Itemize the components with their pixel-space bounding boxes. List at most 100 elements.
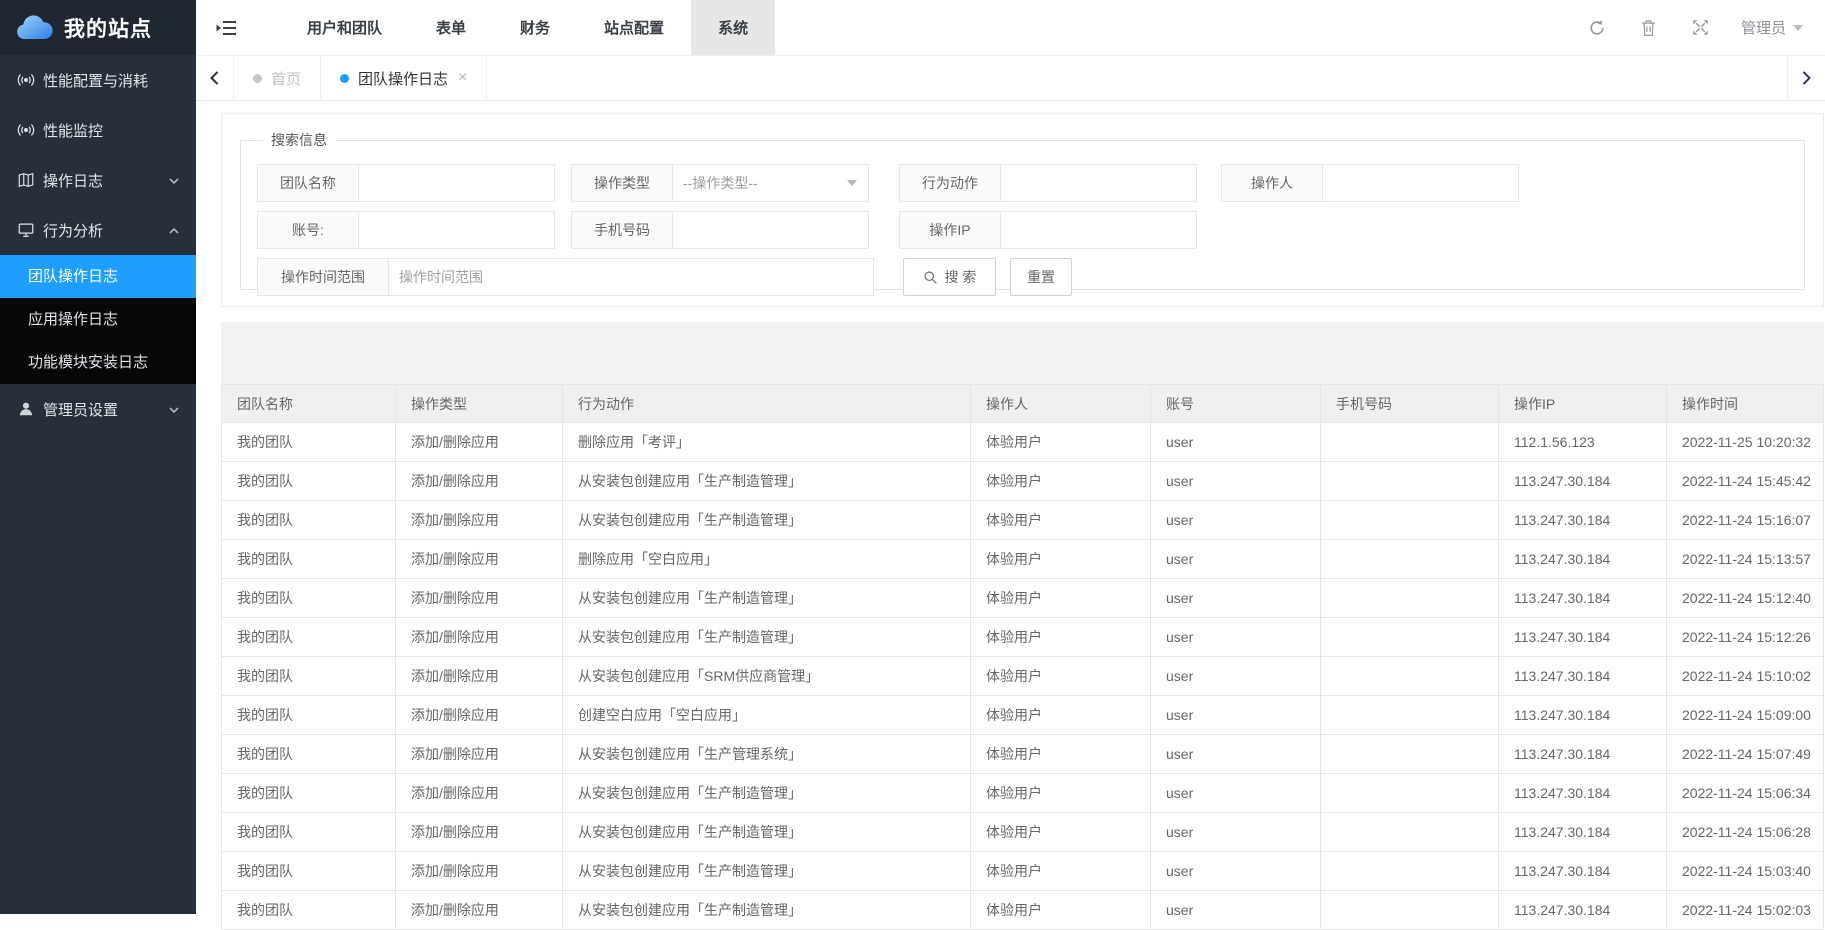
action-label: 行为动作 — [899, 164, 1001, 202]
sidebar-item-behavior-analysis[interactable]: 行为分析 — [0, 205, 196, 255]
cell: 体验用户 — [971, 579, 1151, 618]
cell: 添加/删除应用 — [396, 852, 563, 891]
search-icon — [923, 270, 938, 285]
cell: 体验用户 — [971, 657, 1151, 696]
user-menu[interactable]: 管理员 — [1727, 17, 1803, 38]
sidebar-item-performance-config[interactable]: 性能配置与消耗 — [0, 55, 196, 105]
column-header: 行为动作 — [563, 385, 971, 423]
search-card: 搜索信息 团队名称 操作类型 --操作类型-- 行为动作 — [221, 113, 1824, 307]
team-name-input[interactable] — [359, 164, 555, 202]
cell: 我的团队 — [222, 579, 396, 618]
cell: 体验用户 — [971, 696, 1151, 735]
sidebar-subitem-team-operation-log[interactable]: 团队操作日志 — [0, 255, 196, 298]
field-action: 行为动作 — [899, 164, 1197, 202]
cell — [1321, 891, 1499, 930]
user-icon — [17, 400, 35, 418]
cell: 113.247.30.184 — [1499, 618, 1667, 657]
trash-icon[interactable] — [1623, 0, 1675, 55]
cell: user — [1151, 579, 1321, 618]
cell — [1321, 657, 1499, 696]
team-name-label: 团队名称 — [257, 164, 359, 202]
tab-status-dot — [253, 74, 262, 83]
cell: 从安装包创建应用「生产制造管理」 — [563, 579, 971, 618]
cell: 体验用户 — [971, 852, 1151, 891]
tab-team-operation-log[interactable]: 团队操作日志 × — [321, 56, 487, 100]
operation-type-select[interactable]: --操作类型-- — [673, 164, 869, 202]
account-label: 账号: — [257, 211, 359, 249]
table-row: 我的团队添加/删除应用从安装包创建应用「生产制造管理」体验用户user113.2… — [222, 852, 1824, 891]
sidebar-item-label: 性能监控 — [43, 120, 103, 141]
sidebar-item-label: 管理员设置 — [43, 399, 118, 420]
cell: user — [1151, 813, 1321, 852]
nav-item-site-config[interactable]: 站点配置 — [577, 0, 691, 55]
cell — [1321, 423, 1499, 462]
tabs-scroll-right-icon[interactable] — [1787, 56, 1825, 100]
cell: 创建空白应用「空白应用」 — [563, 696, 971, 735]
table-row: 我的团队添加/删除应用删除应用「空白应用」体验用户user113.247.30.… — [222, 540, 1824, 579]
cell: 从安装包创建应用「生产制造管理」 — [563, 774, 971, 813]
reset-button-label: 重置 — [1027, 267, 1055, 287]
sidebar-subitem-module-install-log[interactable]: 功能模块安装日志 — [0, 341, 196, 384]
cell: user — [1151, 696, 1321, 735]
tabs-scroll-left-icon[interactable] — [196, 56, 234, 100]
fullscreen-icon[interactable] — [1675, 0, 1727, 55]
cell: 体验用户 — [971, 891, 1151, 930]
sidebar-collapse-icon[interactable] — [196, 0, 256, 55]
nav-item-system[interactable]: 系统 — [691, 0, 775, 55]
user-menu-label: 管理员 — [1741, 17, 1786, 38]
cell: 2022-11-24 15:10:02 — [1667, 657, 1824, 696]
tab-home[interactable]: 首页 — [234, 56, 321, 100]
column-header: 操作IP — [1499, 385, 1667, 423]
cell: 我的团队 — [222, 540, 396, 579]
cell: 我的团队 — [222, 813, 396, 852]
cell: 体验用户 — [971, 813, 1151, 852]
cell — [1321, 813, 1499, 852]
reset-button[interactable]: 重置 — [1010, 258, 1072, 296]
cell: 2022-11-24 15:13:57 — [1667, 540, 1824, 579]
cell: 我的团队 — [222, 501, 396, 540]
time-range-input[interactable] — [389, 258, 874, 296]
operator-input[interactable] — [1323, 164, 1519, 202]
search-row-1: 团队名称 操作类型 --操作类型-- 行为动作 操作人 — [257, 164, 1788, 202]
phone-label: 手机号码 — [571, 211, 673, 249]
cell: 体验用户 — [971, 501, 1151, 540]
search-button[interactable]: 搜 索 — [903, 258, 996, 296]
sidebar-item-performance-monitor[interactable]: 性能监控 — [0, 105, 196, 155]
cell: 添加/删除应用 — [396, 618, 563, 657]
tab-close-icon[interactable]: × — [458, 69, 467, 87]
cell: 添加/删除应用 — [396, 657, 563, 696]
broadcast-icon — [17, 71, 35, 89]
field-time-range: 操作时间范围 — [257, 258, 874, 296]
cell: 从安装包创建应用「生产制造管理」 — [563, 852, 971, 891]
cell: user — [1151, 735, 1321, 774]
sidebar-item-label: 操作日志 — [43, 170, 103, 191]
tab-label: 首页 — [271, 68, 301, 89]
cell: 113.247.30.184 — [1499, 813, 1667, 852]
sidebar-item-admin-settings[interactable]: 管理员设置 — [0, 384, 196, 434]
sidebar: 我的站点 性能配置与消耗 性能监控 操作日志 — [0, 0, 196, 914]
cell: 从安装包创建应用「SRM供应商管理」 — [563, 657, 971, 696]
cell: 2022-11-24 15:07:49 — [1667, 735, 1824, 774]
action-input[interactable] — [1001, 164, 1197, 202]
search-row-2: 账号: 手机号码 操作IP — [257, 211, 1788, 249]
nav-item-users-teams[interactable]: 用户和团队 — [280, 0, 409, 55]
phone-input[interactable] — [673, 211, 869, 249]
cell: 113.247.30.184 — [1499, 774, 1667, 813]
table-row: 我的团队添加/删除应用从安装包创建应用「生产制造管理」体验用户user113.2… — [222, 462, 1824, 501]
account-input[interactable] — [359, 211, 555, 249]
cell: 添加/删除应用 — [396, 735, 563, 774]
cell: 添加/删除应用 — [396, 696, 563, 735]
cell: 2022-11-24 15:06:34 — [1667, 774, 1824, 813]
nav-item-forms[interactable]: 表单 — [409, 0, 493, 55]
table-row: 我的团队添加/删除应用从安装包创建应用「生产制造管理」体验用户user113.2… — [222, 774, 1824, 813]
nav-item-finance[interactable]: 财务 — [493, 0, 577, 55]
top-navbar: 用户和团队 表单 财务 站点配置 系统 — [196, 0, 1825, 55]
sidebar-subitem-app-operation-log[interactable]: 应用操作日志 — [0, 298, 196, 341]
chevron-down-icon — [168, 403, 180, 415]
ip-input[interactable] — [1001, 211, 1197, 249]
refresh-icon[interactable] — [1571, 0, 1623, 55]
sidebar-item-operation-logs[interactable]: 操作日志 — [0, 155, 196, 205]
cell: 从安装包创建应用「生产管理系统」 — [563, 735, 971, 774]
cell: 我的团队 — [222, 618, 396, 657]
cell: 我的团队 — [222, 462, 396, 501]
